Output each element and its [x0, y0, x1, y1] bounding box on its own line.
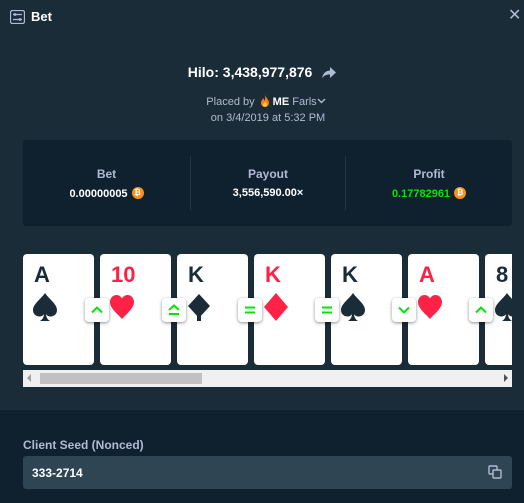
- date-prefix: on: [210, 112, 224, 124]
- flame-icon: [260, 95, 269, 107]
- share-arrow-icon[interactable]: [322, 67, 337, 79]
- modal-title: Bet: [31, 9, 52, 24]
- guess-lower-badge: [392, 298, 416, 322]
- card-rank: K: [188, 262, 204, 287]
- chevron-up-icon: [91, 306, 103, 314]
- bet-slip-icon: [10, 10, 25, 24]
- spade-icon: [33, 293, 57, 321]
- client-seed-label: Client Seed (Nonced): [23, 438, 144, 452]
- chevron-up-icon: [475, 306, 487, 314]
- guess-higher-badge: [85, 298, 109, 322]
- user-name[interactable]: Farls: [292, 96, 316, 108]
- playing-card: A: [23, 254, 94, 365]
- scrollbar-thumb[interactable]: [40, 373, 202, 384]
- payout-label: Payout: [247, 167, 288, 181]
- bet-id: 3,438,977,876: [222, 64, 313, 80]
- payout-value: 3,556,590.00×: [232, 187, 304, 199]
- guess-higher-or-same-badge: [162, 298, 186, 322]
- copy-icon[interactable]: [488, 465, 502, 479]
- diamond-icon: [264, 293, 288, 321]
- guess-higher-badge: [469, 298, 493, 322]
- guess-same-badge: [238, 298, 262, 322]
- cards-scrollbar[interactable]: [23, 370, 512, 387]
- profit-label: Profit: [413, 167, 445, 181]
- guess-same-badge: [315, 298, 339, 322]
- chevron-up-equal-icon: [168, 304, 180, 315]
- chevron-down-icon[interactable]: [317, 98, 326, 104]
- bet-title: Hilo: 3,438,977,876: [0, 64, 524, 80]
- equals-icon: [322, 306, 332, 314]
- placed-by: Placed by ME Farls: [0, 95, 524, 108]
- time-value: 5:32 PM: [284, 112, 326, 124]
- placed-by-prefix: Placed by: [206, 96, 255, 108]
- card-rank: 10: [111, 262, 136, 287]
- bet-date: on 3/4/2019 at 5:32 PM: [0, 112, 524, 124]
- user-tag[interactable]: ME: [273, 96, 290, 108]
- scroll-right-icon[interactable]: [504, 374, 508, 382]
- heart-icon: [110, 295, 134, 319]
- profit-amount: 0.17782961: [346, 187, 512, 200]
- client-seed-value[interactable]: 333-2714: [32, 466, 83, 480]
- card-rank: A: [419, 262, 435, 287]
- title-separator: :: [214, 64, 223, 80]
- card-rank: K: [265, 262, 281, 287]
- bet-label: Bet: [96, 167, 117, 181]
- spade-icon: [495, 293, 512, 321]
- spade-icon: [341, 293, 365, 321]
- bet-stats-panel: Bet 0.00000005 Payout 3,556,590.00× Prof…: [23, 140, 512, 226]
- bet-amount: 0.00000005: [23, 187, 190, 200]
- stat-profit: Profit 0.17782961: [346, 140, 512, 226]
- bitcoin-icon: [131, 187, 144, 199]
- card-rank: 8: [496, 262, 509, 287]
- club-icon: [188, 294, 210, 321]
- profit-amount-value: 0.17782961: [391, 188, 451, 200]
- heart-icon: [418, 295, 442, 319]
- playing-card: 10: [100, 254, 171, 365]
- date-value: 3/4/2019: [226, 112, 269, 124]
- game-name: Hilo: [187, 64, 215, 80]
- bitcoin-icon: [454, 187, 467, 199]
- client-seed-field[interactable]: 333-2714: [23, 456, 512, 489]
- stat-bet: Bet 0.00000005: [23, 140, 190, 226]
- date-at: at: [271, 112, 282, 124]
- modal-header: Bet ✕: [0, 0, 524, 36]
- card-rank: K: [342, 262, 358, 287]
- bet-amount-value: 0.00000005: [69, 188, 128, 200]
- close-icon[interactable]: ✕: [508, 7, 521, 25]
- card-rank: A: [34, 262, 50, 287]
- scroll-left-icon[interactable]: [27, 374, 31, 382]
- equals-icon: [245, 306, 255, 314]
- stat-payout: Payout 3,556,590.00×: [191, 140, 345, 226]
- chevron-down-icon: [398, 306, 410, 314]
